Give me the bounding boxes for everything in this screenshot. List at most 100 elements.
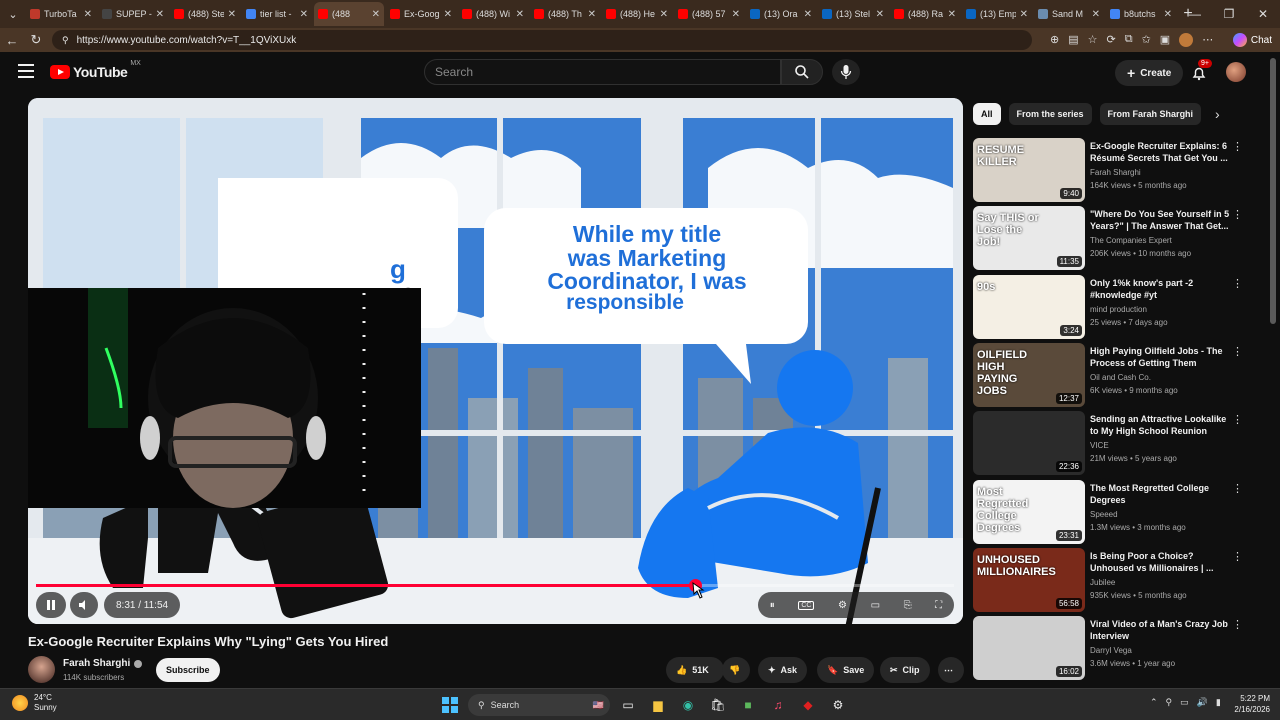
video-channel[interactable]: VICE: [1090, 441, 1109, 450]
store-icon[interactable]: 🛍: [706, 693, 730, 717]
video-player[interactable]: g r? While my title was Marketing Coordi…: [28, 98, 963, 624]
more-options-icon[interactable]: ⋮: [1232, 482, 1243, 495]
minimize-icon[interactable]: —: [1178, 0, 1212, 28]
chevron-right-icon[interactable]: ›: [1215, 106, 1220, 122]
browser-tab[interactable]: tier list - ✕: [242, 2, 312, 26]
settings-gear-icon[interactable]: ⚙: [838, 600, 847, 611]
video-thumbnail[interactable]: RESUME KILLER 9:40: [973, 138, 1085, 202]
video-channel[interactable]: Jubilee: [1090, 578, 1115, 587]
clip-button[interactable]: ✂ Clip: [880, 657, 930, 683]
video-thumbnail[interactable]: Say THIS or Lose the Job! 11:35: [973, 206, 1085, 270]
edge-browser-icon[interactable]: ◉: [676, 693, 700, 717]
video-thumbnail[interactable]: 16:02: [973, 616, 1085, 680]
minecraft-icon[interactable]: ■: [736, 693, 760, 717]
tab-close-icon[interactable]: ✕: [156, 9, 164, 20]
dislike-button[interactable]: 👎: [722, 657, 750, 683]
search-input[interactable]: Search: [424, 59, 781, 85]
browser-tab[interactable]: b8utchs ✕: [1106, 2, 1176, 26]
reading-view-icon[interactable]: ▤: [1068, 33, 1078, 47]
tab-close-icon[interactable]: ✕: [444, 9, 452, 20]
video-title-link[interactable]: "Where Do You See Yourself in 5 Years?" …: [1090, 208, 1230, 232]
chip-all[interactable]: All: [973, 103, 1001, 125]
browser-tab[interactable]: Ex-Goog ✕: [386, 2, 456, 26]
refresh-icon[interactable]: ↻: [24, 32, 48, 48]
browser-tab[interactable]: (488) Th ✕: [530, 2, 600, 26]
tab-close-icon[interactable]: ✕: [1092, 9, 1100, 20]
video-channel[interactable]: Speeed: [1090, 510, 1118, 519]
recommended-video[interactable]: UNHOUSED MILLIONAIRES 56:58 Is Being Poor …: [973, 548, 1263, 612]
tray-overflow-icon[interactable]: ⌃: [1150, 697, 1158, 708]
taskbar-search[interactable]: ⚲ Search 🇺🇸: [468, 694, 610, 716]
account-avatar[interactable]: [1226, 62, 1246, 82]
speaker-icon[interactable]: 🔊: [1197, 697, 1208, 708]
more-actions-button[interactable]: ⋯: [938, 657, 964, 683]
video-title-link[interactable]: Viral Video of a Man's Crazy Job Intervi…: [1090, 618, 1230, 642]
browser-tab[interactable]: (488) Ra ✕: [890, 2, 960, 26]
pause-button[interactable]: [36, 592, 66, 618]
video-thumbnail[interactable]: Most Regretted College Degrees 23:31: [973, 480, 1085, 544]
browser-tab[interactable]: (488) He ✕: [602, 2, 672, 26]
tab-close-icon[interactable]: ✕: [876, 9, 884, 20]
tab-close-icon[interactable]: ✕: [372, 9, 380, 20]
video-channel[interactable]: The Companies Expert: [1090, 236, 1172, 245]
video-title-link[interactable]: The Most Regretted College Degrees: [1090, 482, 1230, 506]
like-button[interactable]: 👍 51K: [666, 657, 724, 683]
tab-close-icon[interactable]: ✕: [300, 9, 308, 20]
browser-tab[interactable]: (13) Ora ✕: [746, 2, 816, 26]
video-title-link[interactable]: Is Being Poor a Choice? Unhoused vs Mill…: [1090, 550, 1230, 574]
favorites-icon[interactable]: ✩: [1142, 33, 1151, 47]
more-options-icon[interactable]: ⋮: [1232, 550, 1243, 563]
back-icon[interactable]: ←: [0, 33, 24, 48]
more-menu-icon[interactable]: ⋯: [1202, 33, 1213, 47]
recommended-video[interactable]: Most Regretted College Degrees 23:31 The M…: [973, 480, 1263, 544]
browser-tab[interactable]: SUPEP - ✕: [98, 2, 168, 26]
video-title-link[interactable]: High Paying Oilfield Jobs - The Process …: [1090, 345, 1230, 369]
tab-close-icon[interactable]: ✕: [84, 9, 92, 20]
favorite-star-icon[interactable]: ☆: [1088, 33, 1098, 47]
channel-name-row[interactable]: Farah Sharghi: [63, 658, 143, 669]
volume-button[interactable]: [70, 592, 98, 618]
notifications-button[interactable]: 9+: [1188, 59, 1212, 84]
more-options-icon[interactable]: ⋮: [1232, 618, 1243, 631]
more-options-icon[interactable]: ⋮: [1232, 413, 1243, 426]
recommended-video[interactable]: 16:02 Viral Video of a Man's Crazy Job In…: [973, 616, 1263, 680]
tab-close-icon[interactable]: ✕: [948, 9, 956, 20]
recommended-video[interactable]: 90s 3:24 Only 1%k know's part -2 #knowledg…: [973, 275, 1263, 339]
captions-icon[interactable]: CC: [798, 600, 815, 610]
extensions-icon[interactable]: ⟳: [1107, 33, 1116, 47]
save-button[interactable]: 🔖 Save: [817, 657, 875, 683]
scrollbar[interactable]: [1270, 58, 1276, 324]
miniplayer-icon[interactable]: ▭: [871, 600, 880, 611]
more-options-icon[interactable]: ⋮: [1232, 208, 1243, 221]
recommended-video[interactable]: Say THIS or Lose the Job! 11:35 "Where Do …: [973, 206, 1263, 270]
tab-close-icon[interactable]: ✕: [660, 9, 668, 20]
video-title-link[interactable]: Ex-Google Recruiter Explains: 6 Résumé S…: [1090, 140, 1230, 164]
fullscreen-icon[interactable]: ⛶: [935, 600, 942, 611]
video-channel[interactable]: Darryl Vega: [1090, 646, 1132, 655]
channel-name[interactable]: Farah Sharghi: [63, 658, 130, 669]
browser-tab[interactable]: (488) Wi ✕: [458, 2, 528, 26]
cast-icon[interactable]: ⎘: [904, 600, 912, 611]
more-options-icon[interactable]: ⋮: [1232, 277, 1243, 290]
url-field[interactable]: ⚲ https://www.youtube.com/watch?v=T__1QV…: [52, 30, 1032, 50]
video-thumbnail[interactable]: 90s 3:24: [973, 275, 1085, 339]
tab-close-icon[interactable]: ✕: [588, 9, 596, 20]
autoplay-toggle-icon[interactable]: ⏸: [770, 600, 775, 611]
collections-icon[interactable]: ▣: [1160, 33, 1170, 47]
tab-close-icon[interactable]: ✕: [228, 9, 236, 20]
browser-tab[interactable]: (13) Emp ✕: [962, 2, 1032, 26]
video-channel[interactable]: mind production: [1090, 305, 1147, 314]
video-thumbnail[interactable]: 22:36: [973, 411, 1085, 475]
video-channel[interactable]: Farah Sharghi: [1090, 168, 1141, 177]
location-icon[interactable]: ⚲: [1166, 697, 1173, 708]
ask-button[interactable]: ✦ Ask: [758, 657, 808, 683]
settings-app-icon[interactable]: ⚙: [826, 693, 850, 717]
recommended-video[interactable]: 22:36 Sending an Attractive Lookalike to …: [973, 411, 1263, 475]
video-channel[interactable]: Oil and Cash Co.: [1090, 373, 1151, 382]
tab-close-icon[interactable]: ✕: [804, 9, 812, 20]
create-button[interactable]: + Create: [1115, 60, 1184, 86]
subscribe-button[interactable]: Subscribe: [156, 658, 220, 682]
windows-start-icon[interactable]: [438, 693, 462, 717]
maximize-icon[interactable]: ❐: [1212, 0, 1246, 28]
tab-close-icon[interactable]: ✕: [516, 9, 524, 20]
